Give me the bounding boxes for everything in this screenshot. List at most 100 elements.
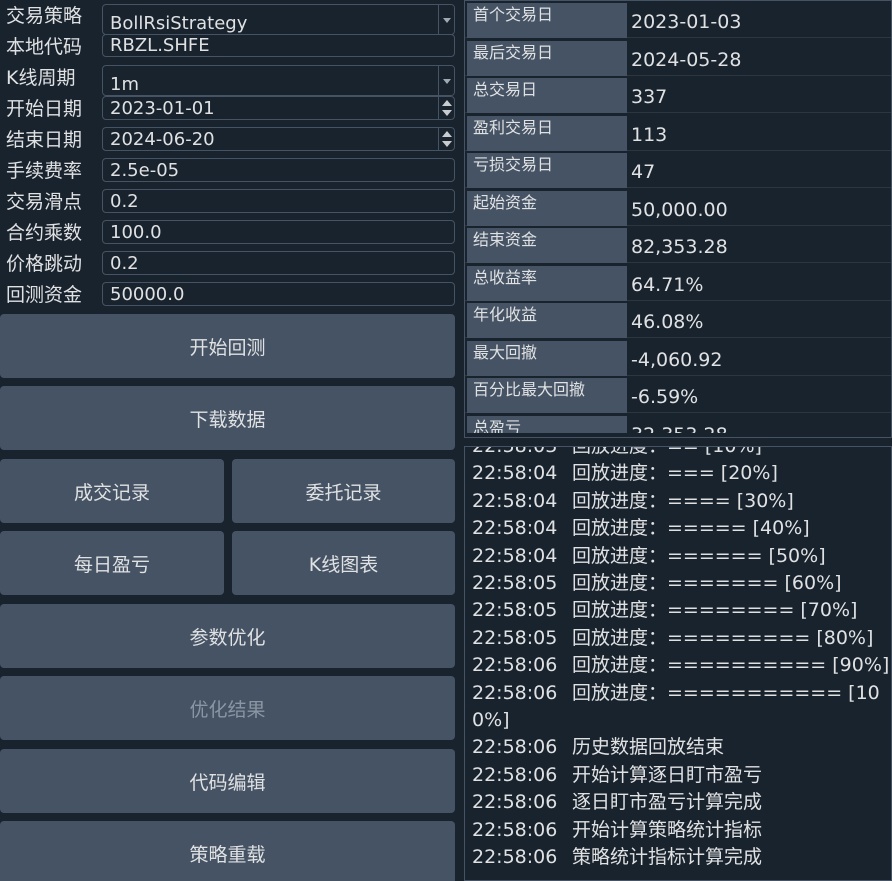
interval-value: 1m (110, 74, 139, 95)
stat-value: 47 (631, 161, 656, 183)
size-input[interactable]: 100.0 (102, 220, 455, 244)
log-message: 逐日盯市盈亏计算完成 (572, 791, 763, 814)
end-date-input[interactable]: 2024-06-20 (102, 127, 455, 151)
rate-label: 手续费率 (6, 160, 83, 182)
stat-key: 年化收益 (467, 303, 627, 338)
log-line: 22:58:05 回放进度：======= [60%] (472, 570, 891, 597)
log-message: 回放进度：====== [50%] (572, 544, 826, 567)
log-line: 22:58:06 开始计算逐日盯市盈亏 (472, 762, 891, 789)
stat-value: 64.71% (631, 273, 704, 296)
optimize-result-button[interactable]: 优化结果 (0, 676, 455, 740)
capital-input[interactable]: 50000.0 (102, 282, 455, 306)
log-message: 回放进度：==== [30%] (572, 489, 794, 512)
log-line: 22:58:04 回放进度：==== [30%] (472, 488, 891, 515)
spin-down-icon[interactable] (442, 141, 452, 147)
start-date-label: 开始日期 (6, 98, 83, 120)
log-time: 22:58:03 (472, 446, 558, 457)
form-row-strategy: 交易策略 BollRsiStrategy (0, 2, 460, 35)
log-line: 22:58:06 历史数据回放结束 (472, 734, 891, 761)
spin-up-icon[interactable] (442, 131, 452, 137)
log-time: 22:58:06 (472, 736, 558, 759)
log-line: 22:58:04 回放进度：=== [20%] (472, 460, 891, 487)
capital-value: 50000.0 (110, 284, 185, 305)
stat-key: 亏损交易日 (467, 153, 627, 188)
interval-combo[interactable]: 1m (102, 65, 455, 96)
chevron-down-icon[interactable] (438, 66, 454, 95)
table-row: 首个交易日 2023-01-03 (465, 1, 891, 38)
trade-records-button[interactable]: 成交记录 (0, 459, 224, 523)
log-time: 22:58:05 (472, 626, 558, 649)
log-time: 22:58:04 (472, 517, 558, 540)
slippage-label: 交易滑点 (6, 191, 83, 213)
stat-key: 最后交易日 (467, 40, 627, 76)
log-message: 回放进度：===== [40%] (572, 517, 810, 540)
statistics-table[interactable]: 首个交易日 2023-01-03 最后交易日 2024-05-28 总交易日 3… (464, 0, 892, 438)
log-time: 22:58:06 (472, 791, 558, 814)
log-time: 22:58:04 (472, 462, 558, 485)
log-message: 回放进度：======= [60%] (572, 572, 842, 595)
pricetick-input[interactable]: 0.2 (102, 251, 455, 275)
log-message: 回放进度：=== [20%] (572, 462, 778, 485)
slippage-input[interactable]: 0.2 (102, 189, 455, 213)
chevron-down-icon[interactable] (438, 5, 454, 34)
end-date-label: 结束日期 (6, 129, 83, 151)
log-panel[interactable]: 22:58:03 回放进度：== [10%] 22:58:04 回放进度：=== [… (464, 446, 892, 881)
log-message: 回放进度：========== [90%] (572, 654, 890, 677)
symbol-value: RBZL.SHFE (110, 35, 210, 56)
stat-value: 82,353.28 (631, 236, 728, 258)
form-row-capital: 回测资金 50000.0 (0, 281, 460, 309)
table-row: 总交易日 337 (465, 76, 891, 113)
log-line: 22:58:05 回放进度：======== [70%] (472, 597, 891, 624)
start-date-input[interactable]: 2023-01-01 (102, 96, 455, 120)
log-line: 22:58:04 回放进度：====== [50%] (472, 543, 891, 570)
spin-down-icon[interactable] (442, 110, 452, 116)
daily-pnl-button[interactable]: 每日盈亏 (0, 531, 224, 595)
symbol-input[interactable]: RBZL.SHFE (102, 34, 455, 57)
log-message: 开始计算策略统计指标 (572, 818, 763, 841)
log-line: 22:58:03 回放进度：== [10%] (472, 446, 891, 460)
interval-label: K线周期 (6, 67, 76, 89)
strategy-label: 交易策略 (6, 5, 83, 27)
log-line: 22:58:04 回放进度：===== [40%] (472, 515, 891, 542)
form-row-pricetick: 价格跳动 0.2 (0, 250, 460, 278)
stat-key: 首个交易日 (467, 3, 627, 38)
order-records-button[interactable]: 委托记录 (232, 459, 455, 523)
size-value: 100.0 (110, 222, 162, 243)
stat-key: 总收益率 (467, 265, 627, 301)
table-row: 最大回撤 -4,060.92 (465, 339, 891, 376)
code-edit-button[interactable]: 代码编辑 (0, 749, 455, 813)
date-spinner[interactable] (438, 128, 454, 150)
table-row: 盈利交易日 113 (465, 114, 891, 151)
log-time: 22:58:06 (472, 846, 558, 869)
stat-value: 46.08% (631, 311, 704, 333)
log-message: 回放进度：== [10%] (572, 446, 762, 457)
log-time: 22:58:06 (472, 763, 558, 786)
stat-value: -6.59% (631, 386, 699, 408)
start-backtest-button[interactable]: 开始回测 (0, 314, 455, 378)
strategy-combo[interactable]: BollRsiStrategy (102, 4, 455, 35)
form-row-end-date: 结束日期 2024-06-20 (0, 126, 460, 154)
table-row: 最后交易日 2024-05-28 (465, 39, 891, 76)
spin-up-icon[interactable] (442, 100, 452, 106)
table-row: 结束资金 82,353.28 (465, 226, 891, 263)
kline-chart-button[interactable]: K线图表 (232, 531, 455, 595)
table-row: 百分比最大回撤 -6.59% (465, 376, 891, 413)
size-label: 合约乘数 (6, 222, 83, 244)
download-data-button[interactable]: 下载数据 (0, 386, 455, 450)
param-optimize-button[interactable]: 参数优化 (0, 604, 455, 668)
stat-key: 最大回撤 (467, 340, 627, 376)
rate-input[interactable]: 2.5e-05 (102, 158, 455, 182)
log-line: 22:58:06 开始计算策略统计指标 (472, 817, 891, 844)
form-row-interval: K线周期 1m (0, 64, 460, 96)
rate-value: 2.5e-05 (110, 160, 180, 181)
strategy-value: BollRsiStrategy (110, 13, 248, 34)
strategy-reload-button[interactable]: 策略重载 (0, 821, 455, 881)
stat-value: 113 (631, 123, 668, 146)
horizontal-scrollbar[interactable] (465, 433, 891, 437)
form-row-start-date: 开始日期 2023-01-01 (0, 95, 460, 123)
form-row-size: 合约乘数 100.0 (0, 219, 460, 247)
end-date-value: 2024-06-20 (110, 129, 215, 150)
date-spinner[interactable] (438, 97, 454, 119)
log-line: 22:58:06 逐日盯市盈亏计算完成 (472, 789, 891, 816)
log-message: 历史数据回放结束 (572, 736, 725, 759)
